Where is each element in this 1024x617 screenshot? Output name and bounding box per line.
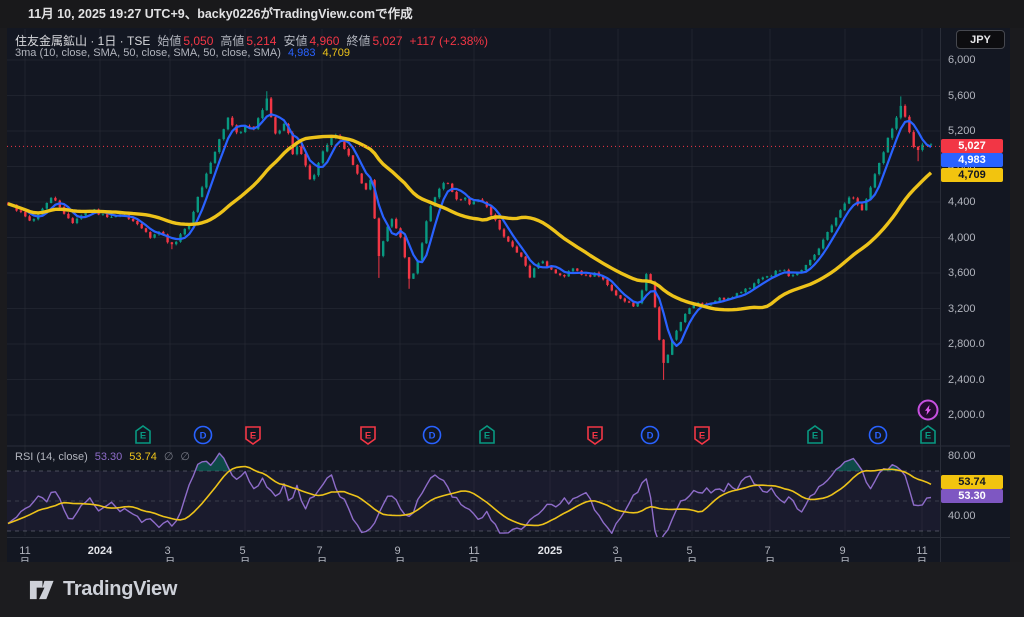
alert-flash-icon[interactable] — [919, 401, 938, 420]
sma10-value-label: 4,983 — [941, 153, 1003, 167]
currency-button[interactable]: JPY — [956, 30, 1005, 49]
svg-text:D: D — [200, 431, 207, 442]
svg-text:E: E — [699, 431, 705, 442]
legend-segment: ∅ — [180, 450, 190, 463]
earnings-badge[interactable]: E — [695, 427, 709, 444]
last-price-label: 5,027 — [941, 139, 1003, 153]
price-tick-label: 2,000.0 — [948, 409, 985, 421]
svg-text:E: E — [140, 431, 146, 442]
dividend-badge[interactable]: D — [424, 427, 441, 444]
svg-text:D: D — [875, 431, 882, 442]
svg-text:D: D — [429, 431, 436, 442]
candlestick-series — [7, 91, 932, 380]
ma-indicator-legend[interactable]: 3ma (10, close, SMA, 50, close, SMA, 50,… — [15, 47, 350, 59]
svg-text:E: E — [250, 431, 256, 442]
price-tick-label: 4,400 — [948, 196, 976, 208]
legend-segment: 53.30 — [95, 451, 123, 463]
price-tick-label: 2,800.0 — [948, 338, 985, 350]
time-tick-year: 2025 — [538, 545, 562, 557]
svg-text:E: E — [484, 431, 490, 442]
time-tick-year: 2024 — [88, 545, 112, 557]
legend-segment: 4,960 — [309, 34, 339, 48]
svg-text:E: E — [592, 431, 598, 442]
legend-segment: 53.74 — [129, 451, 157, 463]
legend-segment: +117 (+2.38%) — [410, 34, 489, 48]
rsi-ma-value-label: 53.74 — [941, 475, 1003, 489]
sma-50-line — [8, 136, 931, 309]
legend-segment: 4,709 — [322, 47, 350, 59]
legend-segment: 終値 — [346, 32, 370, 49]
price-tick-label: 3,600 — [948, 267, 976, 279]
legend-segment: 3ma (10, close, SMA, 50, close, SMA, 50,… — [15, 47, 281, 59]
earnings-badge[interactable]: E — [588, 427, 602, 444]
rsi-pane — [7, 471, 940, 531]
tradingview-brand-text: TradingView — [63, 578, 177, 601]
tradingview-mark-icon — [28, 576, 55, 603]
legend-segment: RSI (14, close) — [15, 451, 88, 463]
legend-segment: 5,214 — [246, 34, 276, 48]
rsi-tick-label: 40.00 — [948, 510, 976, 522]
rsi-tick-label: 80.00 — [948, 450, 976, 462]
earnings-badge[interactable]: E — [136, 426, 150, 443]
legend-segment: 5,027 — [373, 34, 403, 48]
dividend-badge[interactable]: D — [642, 427, 659, 444]
svg-text:E: E — [812, 431, 818, 442]
price-tick-label: 2,400.0 — [948, 374, 985, 386]
earnings-badge[interactable]: E — [808, 426, 822, 443]
legend-segment: ∅ — [164, 450, 174, 463]
svg-text:D: D — [647, 431, 654, 442]
legend-segment: 4,983 — [288, 47, 316, 59]
sma50-value-label: 4,709 — [941, 168, 1003, 182]
dividend-badge[interactable]: D — [870, 427, 887, 444]
svg-text:E: E — [925, 431, 931, 442]
legend-segment: 5,050 — [183, 34, 213, 48]
price-tick-label: 6,000 — [948, 54, 976, 66]
earnings-badge[interactable]: E — [246, 427, 260, 444]
price-tick-label: 3,200 — [948, 303, 976, 315]
chart-canvas[interactable]: EDEEDEEDEEDE — [0, 0, 1024, 617]
price-tick-label: 4,000 — [948, 232, 976, 244]
footer-bar: TradingView — [0, 562, 1024, 617]
tradingview-logo[interactable]: TradingView — [28, 576, 177, 603]
earnings-badge[interactable]: E — [361, 427, 375, 444]
earnings-badge[interactable]: E — [480, 426, 494, 443]
time-axis-separator — [7, 537, 1010, 538]
rsi-value-label: 53.30 — [941, 489, 1003, 503]
price-tick-label: 5,600 — [948, 90, 976, 102]
dividend-badge[interactable]: D — [195, 427, 212, 444]
rsi-indicator-legend[interactable]: RSI (14, close) 53.30 53.74 ∅ ∅ — [15, 450, 190, 463]
earnings-badge[interactable]: E — [921, 426, 935, 443]
svg-text:E: E — [365, 431, 371, 442]
price-tick-label: 5,200 — [948, 125, 976, 137]
